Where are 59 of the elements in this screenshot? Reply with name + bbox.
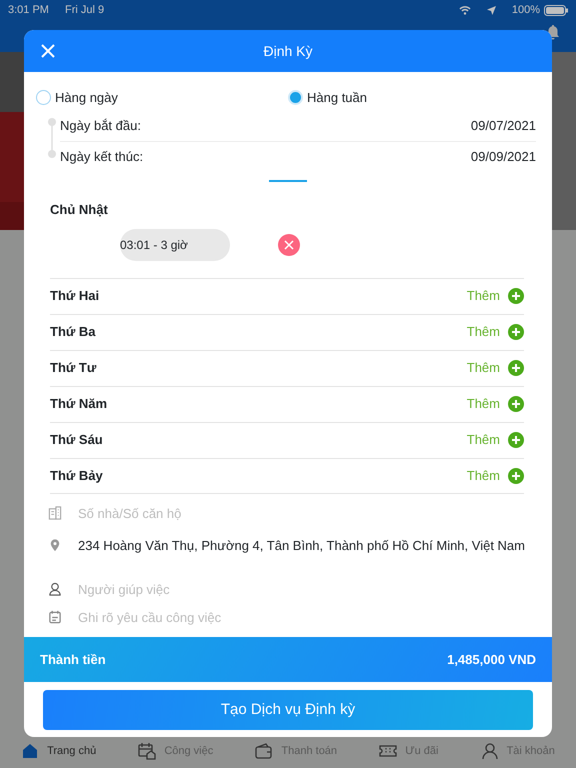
wifi-icon — [458, 5, 471, 15]
day-name: Thứ Năm — [50, 395, 108, 414]
tab-bar-item[interactable]: Công việc — [134, 742, 218, 760]
field-building-icon — [48, 506, 62, 520]
add-icon[interactable] — [508, 396, 524, 412]
total-label: Thành tiền — [40, 650, 106, 669]
status-time: 3:01 PM — [8, 2, 49, 18]
date-value[interactable]: 09/07/2021 — [470, 116, 536, 136]
location-arrow-icon — [486, 6, 496, 14]
field-helper-icon — [48, 582, 62, 596]
field-location-icon — [48, 538, 62, 552]
tab-home-icon — [21, 742, 40, 760]
modal-title: Định Kỳ — [263, 42, 313, 61]
day-name: Thứ Sáu — [50, 431, 103, 450]
radio-label: Hàng tuần — [307, 89, 367, 107]
date-label: Ngày kết thúc: — [60, 148, 144, 166]
date-value[interactable]: 09/09/2021 — [470, 146, 536, 166]
add-icon[interactable] — [508, 324, 524, 340]
day-name: Thứ Bảy — [50, 466, 103, 485]
day-name: Thứ Ba — [50, 323, 96, 342]
tab-wallet-icon — [255, 742, 274, 760]
add-link[interactable]: Thêm — [466, 466, 500, 486]
battery-level: 100% — [512, 2, 540, 18]
add-icon[interactable] — [508, 432, 524, 448]
add-icon[interactable] — [508, 360, 524, 376]
add-link[interactable]: Thêm — [466, 430, 500, 450]
tab-jobs-icon — [138, 742, 156, 760]
tab-bar-item[interactable]: Tài khoản — [476, 742, 559, 760]
time-slot[interactable]: 03:01 - 3 giờ — [120, 229, 230, 261]
add-link[interactable]: Thêm — [466, 286, 500, 306]
timeline-drawing — [47, 118, 57, 158]
add-link[interactable]: Thêm — [466, 358, 500, 378]
add-icon[interactable] — [508, 288, 524, 304]
radio-button[interactable] — [36, 90, 51, 106]
field-note-icon — [48, 610, 62, 624]
close-icon[interactable] — [40, 43, 56, 59]
date-label: Ngày bắt đầu: — [60, 117, 141, 136]
tab-bar-item[interactable]: Ưu đãi — [375, 742, 442, 760]
input-field[interactable]: Người giúp việc — [78, 580, 170, 599]
status-date: Fri Jul 9 — [64, 2, 104, 18]
address-field[interactable]: 234 Hoàng Văn Thụ, Phường 4, Tân Bình, Thành phố Hồ Chí Minh, Việt Nam — [78, 536, 525, 555]
add-icon[interactable] — [508, 468, 524, 484]
add-link[interactable]: Thêm — [466, 394, 500, 414]
day-name: Chủ Nhật — [50, 200, 109, 218]
radio-button[interactable] — [288, 90, 303, 106]
radio-label: Hàng ngày — [55, 89, 118, 107]
scroll-indicator — [269, 180, 307, 182]
input-field[interactable]: Số nhà/Số căn hộ — [78, 504, 182, 523]
day-name: Thứ Tư — [50, 359, 96, 378]
add-link[interactable]: Thêm — [466, 322, 500, 342]
input-field[interactable]: Ghi rõ yêu cầu công việc — [78, 608, 222, 627]
tab-bar-item[interactable]: Trang chủ — [17, 742, 100, 760]
tab-bar-item[interactable]: Thanh toán — [251, 742, 342, 760]
day-name: Thứ Hai — [50, 287, 100, 306]
total-value: 1,485,000 VND — [447, 650, 536, 669]
tab-account-icon — [480, 742, 499, 760]
remove-icon[interactable] — [278, 234, 300, 256]
battery-icon — [544, 4, 568, 16]
submit-button[interactable]: Tạo Dịch vụ Định kỳ — [43, 690, 533, 730]
